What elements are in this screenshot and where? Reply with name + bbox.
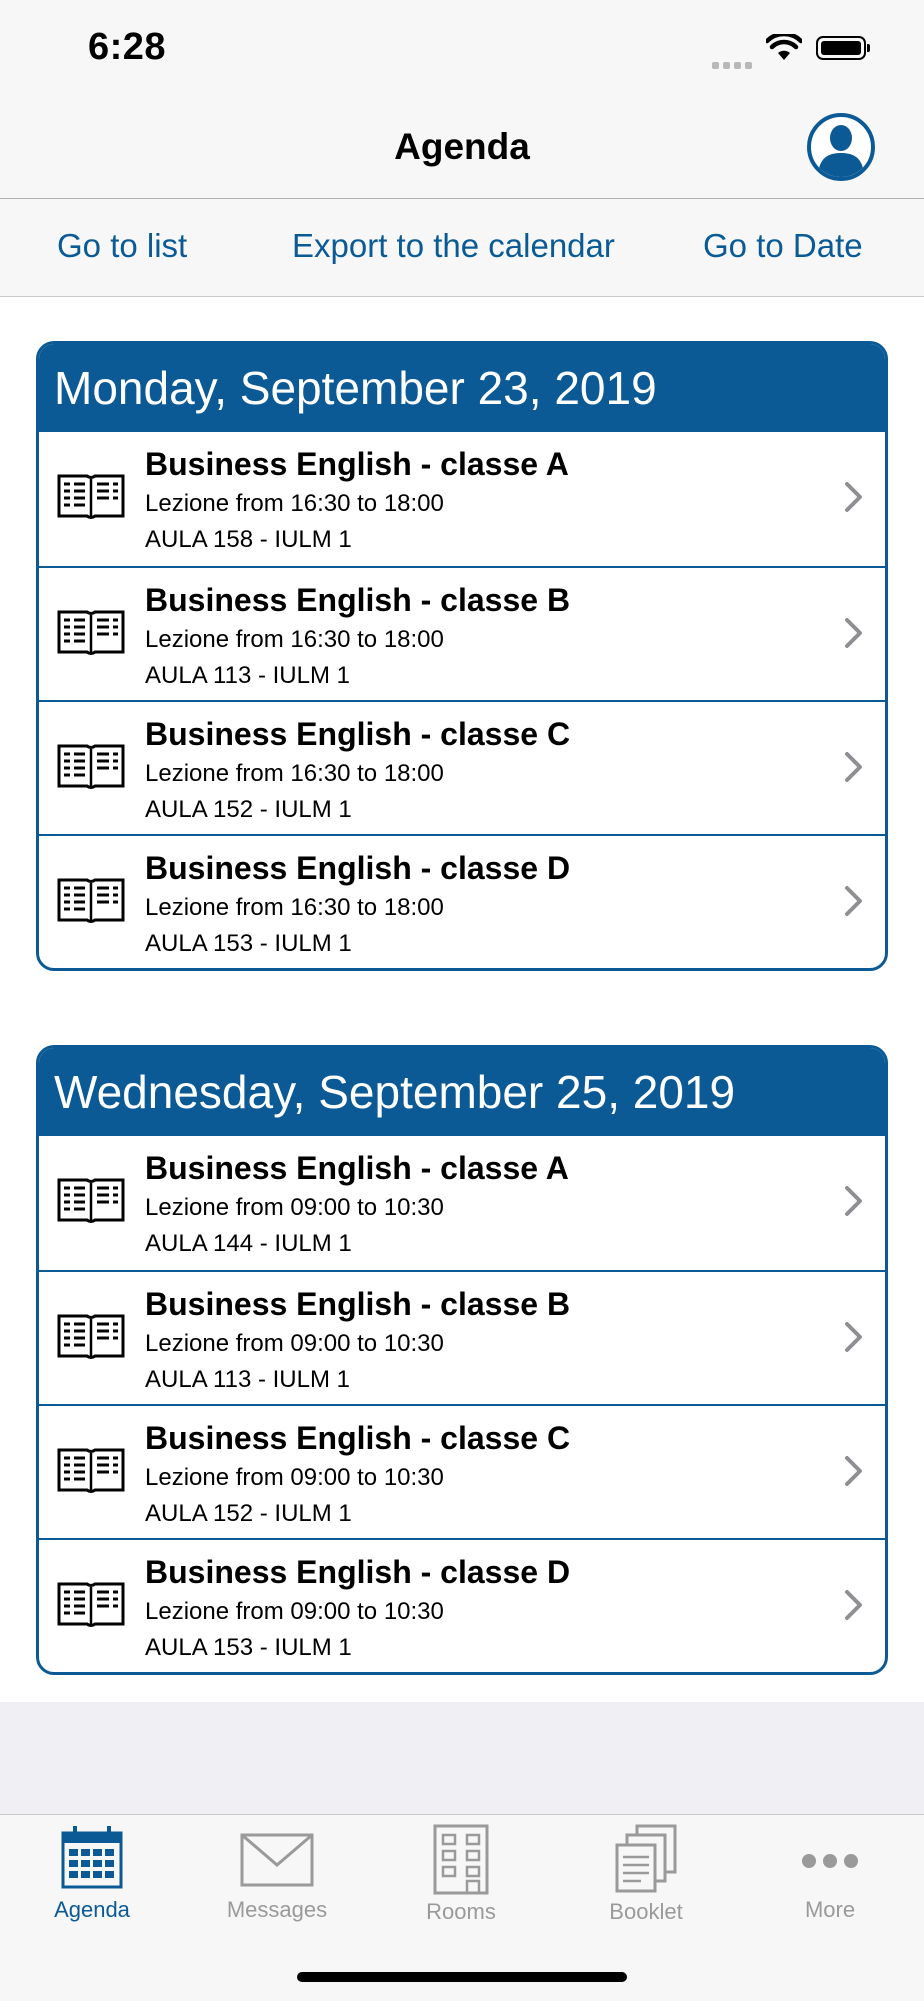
book-icon: [57, 470, 125, 527]
book-icon: [57, 1578, 125, 1635]
lesson-room: AULA 113 - IULM 1: [145, 1366, 350, 1393]
chevron-right-icon: [843, 480, 865, 519]
tab-label: Messages: [226, 1897, 328, 1922]
day-card: Wednesday, September 25, 2019 Business En…: [36, 1045, 888, 1675]
ellipsis-icon: [738, 1823, 922, 1893]
lesson-time: Lezione from 09:00 to 10:30: [145, 1194, 444, 1221]
lesson-time: Lezione from 16:30 to 18:00: [145, 626, 444, 653]
chevron-right-icon: [843, 1320, 865, 1359]
lesson-time: Lezione from 09:00 to 10:30: [145, 1330, 444, 1357]
lesson-time: Lezione from 16:30 to 18:00: [145, 490, 444, 517]
navigation-bar: Agenda: [0, 100, 924, 199]
documents-icon: [554, 1823, 738, 1895]
lesson-title: Business English - classe D: [145, 1554, 571, 1590]
chevron-right-icon: [843, 1184, 865, 1223]
lesson-row[interactable]: Business English - classe A Lezione from …: [39, 1136, 885, 1270]
lesson-row[interactable]: Business English - classe A Lezione from …: [39, 432, 885, 566]
lesson-room: AULA 113 - IULM 1: [145, 662, 350, 689]
agenda-list[interactable]: Monday, September 23, 2019 Business Engli…: [0, 297, 924, 1702]
tab-more[interactable]: More: [738, 1823, 922, 1923]
lesson-time: Lezione from 16:30 to 18:00: [145, 894, 444, 921]
lesson-title: Business English - classe B: [145, 582, 571, 618]
page-title: Agenda: [394, 126, 530, 167]
day-header: Monday, September 23, 2019: [39, 344, 885, 432]
lesson-row[interactable]: Business English - classe C Lezione from …: [39, 1404, 885, 1538]
lesson-row[interactable]: Business English - classe D Lezione from …: [39, 1538, 885, 1672]
calendar-icon: [0, 1823, 184, 1893]
lesson-room: AULA 152 - IULM 1: [145, 796, 352, 823]
tab-label: More: [804, 1897, 856, 1922]
lesson-room: AULA 152 - IULM 1: [145, 1500, 352, 1527]
status-bar: 6:28: [0, 0, 924, 100]
chevron-right-icon: [843, 1454, 865, 1493]
lesson-title: Business English - classe D: [145, 850, 571, 886]
day-card: Monday, September 23, 2019 Business Engli…: [36, 341, 888, 971]
tab-label: Agenda: [54, 1897, 130, 1922]
book-icon: [57, 1174, 125, 1231]
chevron-right-icon: [843, 616, 865, 655]
book-icon: [57, 1310, 125, 1367]
lesson-room: AULA 144 - IULM 1: [145, 1230, 352, 1257]
export-calendar-button[interactable]: Export to the calendar: [292, 227, 615, 265]
chevron-right-icon: [843, 884, 865, 923]
lesson-room: AULA 153 - IULM 1: [145, 930, 352, 957]
lesson-row[interactable]: Business English - classe B Lezione from …: [39, 1270, 885, 1404]
tab-booklet[interactable]: Booklet: [554, 1823, 738, 1925]
wifi-icon: [766, 34, 802, 60]
status-time: 6:28: [88, 26, 167, 68]
book-icon: [57, 874, 125, 931]
agenda-toolbar: Go to list Export to the calendar Go to …: [0, 199, 924, 297]
home-indicator: [297, 1972, 627, 1982]
lesson-row[interactable]: Business English - classe C Lezione from …: [39, 700, 885, 834]
profile-icon[interactable]: [806, 112, 876, 182]
lesson-row[interactable]: Business English - classe B Lezione from …: [39, 566, 885, 700]
lesson-room: AULA 158 - IULM 1: [145, 526, 352, 553]
go-to-date-button[interactable]: Go to Date: [703, 227, 863, 265]
building-icon: [369, 1823, 553, 1895]
lesson-time: Lezione from 16:30 to 18:00: [145, 760, 444, 787]
tab-label: Rooms: [426, 1899, 496, 1924]
lesson-time: Lezione from 09:00 to 10:30: [145, 1464, 444, 1491]
lesson-title: Business English - classe A: [145, 446, 569, 482]
book-icon: [57, 606, 125, 663]
lesson-row[interactable]: Business English - classe D Lezione from …: [39, 834, 885, 968]
chevron-right-icon: [843, 1588, 865, 1627]
tab-messages[interactable]: Messages: [185, 1823, 369, 1923]
lesson-title: Business English - classe B: [145, 1286, 571, 1322]
go-to-list-button[interactable]: Go to list: [57, 227, 187, 265]
book-icon: [57, 740, 125, 797]
tab-rooms[interactable]: Rooms: [369, 1823, 553, 1925]
day-header: Wednesday, September 25, 2019: [39, 1048, 885, 1136]
lesson-title: Business English - classe C: [145, 716, 571, 752]
chevron-right-icon: [843, 750, 865, 789]
battery-icon: [816, 36, 870, 60]
tab-agenda[interactable]: Agenda: [0, 1823, 184, 1923]
lesson-room: AULA 153 - IULM 1: [145, 1634, 352, 1661]
lesson-title: Business English - classe C: [145, 1420, 571, 1456]
tab-label: Booklet: [609, 1899, 683, 1924]
cellular-signal-icon: [712, 56, 756, 74]
lesson-title: Business English - classe A: [145, 1150, 569, 1186]
envelope-icon: [185, 1823, 369, 1893]
book-icon: [57, 1444, 125, 1501]
lesson-time: Lezione from 09:00 to 10:30: [145, 1598, 444, 1625]
